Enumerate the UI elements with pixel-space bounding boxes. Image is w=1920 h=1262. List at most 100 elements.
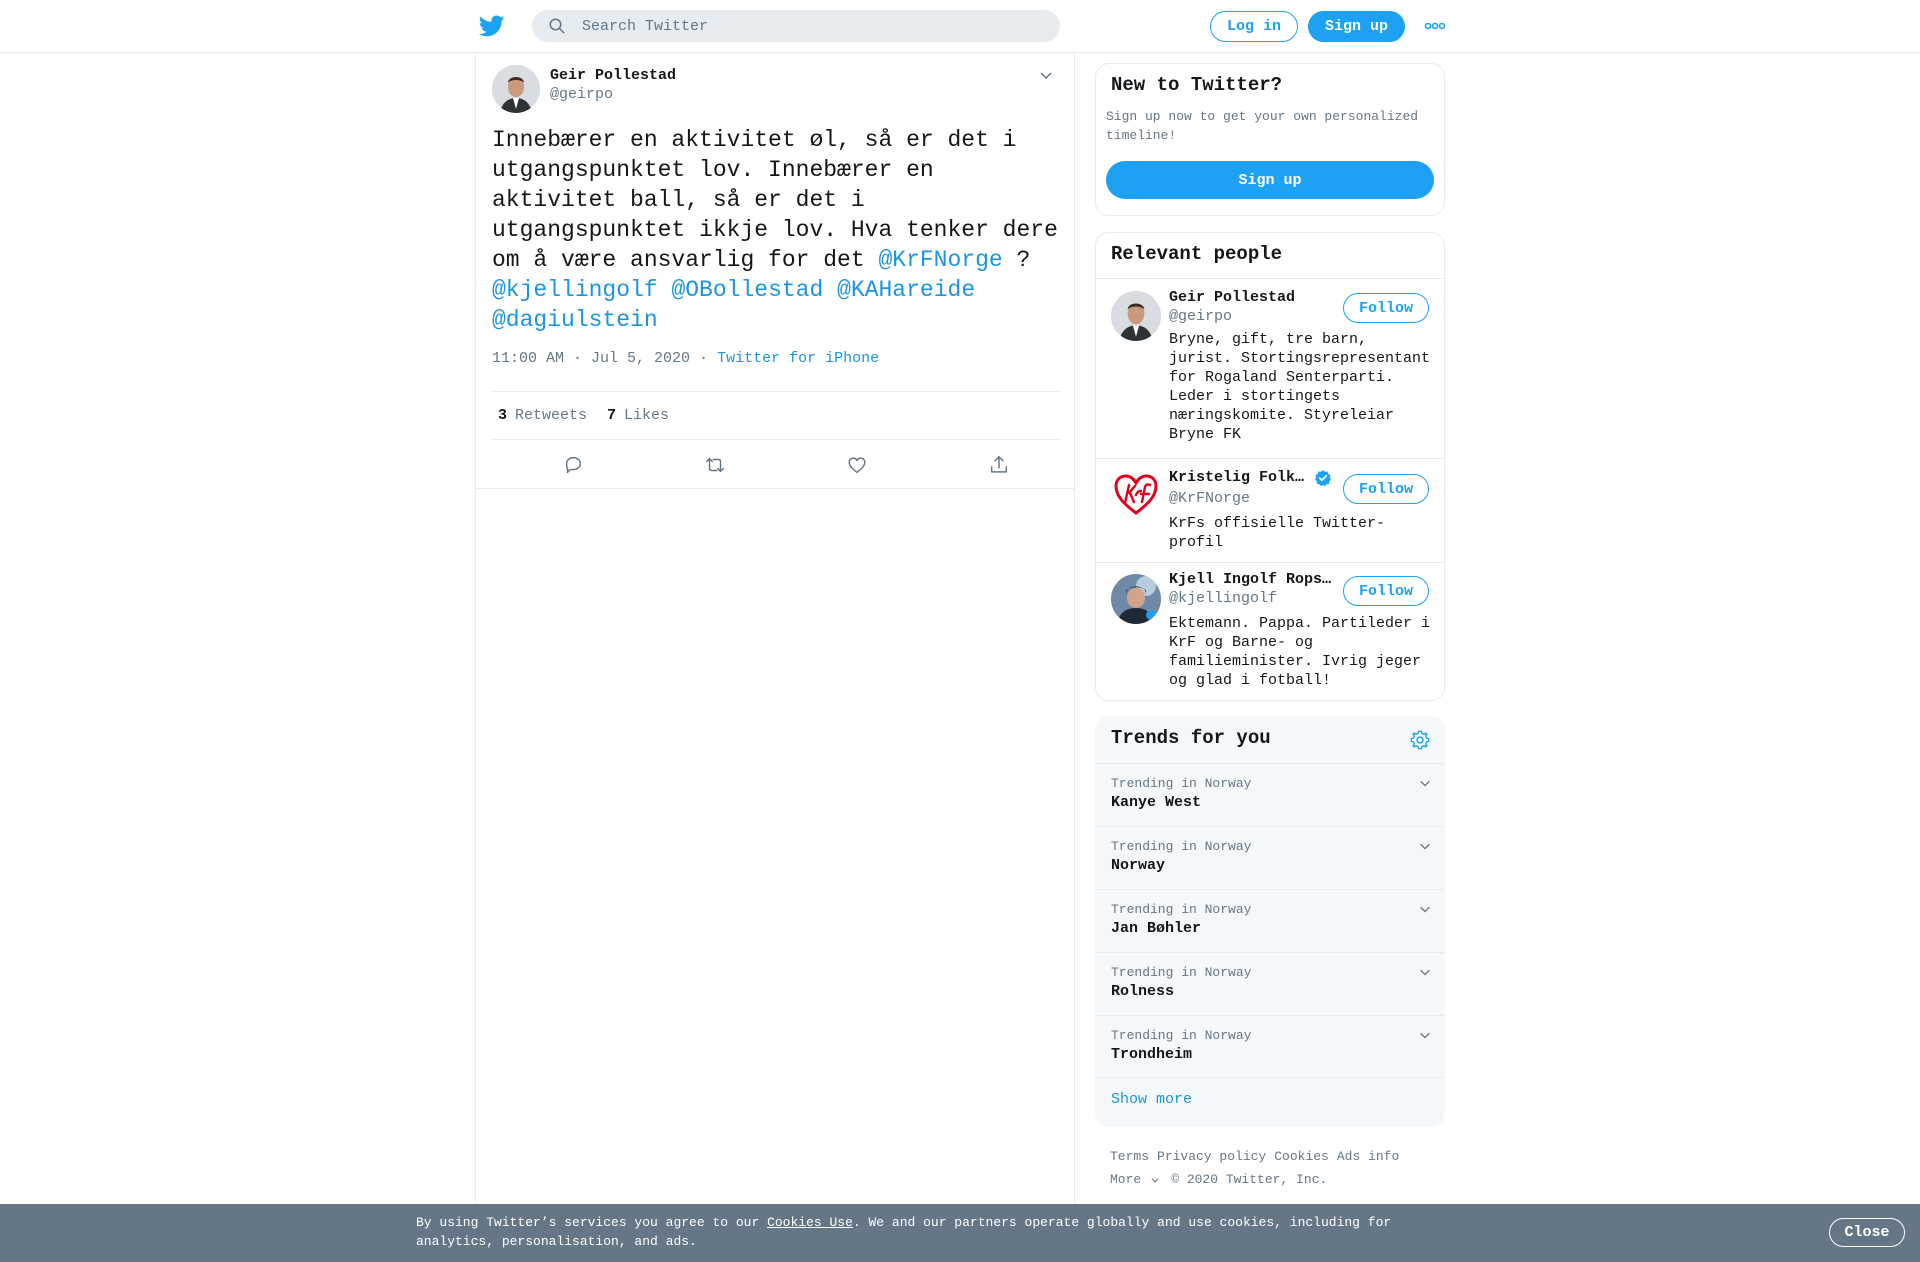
card-title: Trends for you [1111,727,1271,749]
chevron-down-icon[interactable] [1418,965,1432,979]
close-button[interactable]: Close [1829,1218,1905,1247]
person-handle[interactable]: @geirpo [1169,308,1232,325]
trend-context: Trending in Norway [1111,1028,1252,1043]
chevron-down-icon[interactable] [1149,1175,1161,1185]
trend-name[interactable]: Rolness [1111,983,1174,1000]
tweet-column: Geir Pollestad @geirpo Innebærer en akti… [475,53,1075,1262]
avatar[interactable] [1111,469,1161,519]
footer-link-ads[interactable]: Ads info [1337,1149,1399,1164]
follow-button[interactable]: Follow [1343,474,1429,504]
like-icon[interactable] [846,454,868,476]
person-avatar-icon [1111,574,1161,624]
follow-button[interactable]: Follow [1343,576,1429,606]
mention-link[interactable]: @kjellingolf [492,277,658,303]
krf-heart-logo-icon [1111,469,1161,519]
person-bio: Bryne, gift, tre barn, jurist. Stortings… [1169,331,1431,443]
search-bar[interactable] [532,10,1060,42]
avatar[interactable] [1111,291,1161,341]
footer-more-label[interactable]: More [1110,1172,1141,1187]
verified-badge-icon [1315,470,1331,487]
signup-button[interactable]: Sign up [1106,161,1434,199]
mention-link[interactable]: @dagiulstein [492,307,658,333]
trend-item[interactable]: Trending in Norway Kanye West [1096,763,1444,826]
chevron-down-icon[interactable] [1418,776,1432,790]
card-subtitle: Sign up now to get your own personalized… [1106,109,1419,143]
footer-link-cookies[interactable]: Cookies [1274,1149,1329,1164]
trend-item[interactable]: Trending in Norway Norway [1096,826,1444,889]
trend-item[interactable]: Trending in Norway Rolness [1096,952,1444,1015]
chevron-down-icon[interactable] [1418,902,1432,916]
tweet-author-name[interactable]: Geir Pollestad [550,67,676,84]
like-label[interactable]: Likes [624,407,669,424]
chevron-down-icon[interactable] [1038,67,1054,83]
person-item[interactable]: Kristelig Folk… @KrFNorge Follow KrFs of… [1096,459,1444,563]
trend-name[interactable]: Trondheim [1111,1046,1192,1063]
tweet-source[interactable]: Twitter for iPhone [717,350,879,367]
person-item[interactable]: Kjell Ingolf Rops… @kjellingolf Follow E… [1096,563,1444,700]
trend-context: Trending in Norway [1111,965,1252,980]
gear-icon[interactable] [1409,729,1431,751]
person-name[interactable]: Kristelig Folk… [1169,469,1309,486]
person-handle[interactable]: @kjellingolf [1169,590,1277,607]
tweet-text: Innebærer en aktivitet øl, så er det i u… [492,125,1064,335]
mention-link[interactable]: @KrFNorge [878,247,1002,273]
like-count[interactable]: 7 [607,407,616,424]
cookie-text-before: By using Twitter’s services you agree to… [416,1215,768,1230]
footer-more[interactable]: More [1110,1172,1161,1187]
tweet-text-body: ? [1002,247,1031,273]
person-avatar-icon [492,65,540,113]
person-avatar-icon [1111,291,1161,341]
share-icon[interactable] [988,454,1010,476]
person-handle[interactable]: @KrFNorge [1169,490,1250,507]
copyright: © 2020 Twitter, Inc. [1171,1172,1328,1187]
cookie-text: By using Twitter’s services you agree to… [416,1213,1416,1251]
search-input[interactable] [582,17,1022,35]
trend-context: Trending in Norway [1111,839,1252,854]
login-button[interactable]: Log in [1210,11,1298,42]
cookie-banner: By using Twitter’s services you agree to… [0,1204,1920,1262]
trend-name[interactable]: Norway [1111,857,1165,874]
separator: · [699,350,709,367]
avatar[interactable] [1111,574,1161,624]
tweet-stats: 3 Retweets 7 Likes [492,391,1060,440]
tweet-meta: 11:00 AM · Jul 5, 2020 · Twitter for iPh… [492,350,879,367]
show-more-link[interactable]: Show more [1111,1091,1192,1108]
tweet-author-handle[interactable]: @geirpo [550,86,613,103]
reply-icon[interactable] [562,454,584,476]
footer-links: Terms Privacy policy Cookies Ads info More ©… [1110,1145,1440,1191]
new-to-twitter-card: New to Twitter? Sign up now to get your … [1095,63,1445,216]
retweet-count[interactable]: 3 [498,407,507,424]
person-name[interactable]: Geir Pollestad [1169,289,1334,306]
trend-context: Trending in Norway [1111,776,1252,791]
mention-link[interactable]: @OBollestad [671,277,823,303]
more-dots-icon[interactable] [1424,20,1446,32]
retweet-label[interactable]: Retweets [515,407,587,424]
signup-button[interactable]: Sign up [1308,11,1405,42]
trend-name[interactable]: Kanye West [1111,794,1201,811]
follow-button[interactable]: Follow [1343,293,1429,323]
avatar[interactable] [492,65,540,113]
top-bar: Log in Sign up [0,0,1920,53]
card-title: Relevant people [1111,243,1283,265]
trend-context: Trending in Norway [1111,902,1252,917]
mention-link[interactable]: @KAHareide [837,277,975,303]
relevant-people-card: Relevant people Geir Pollestad @geirpo F… [1095,232,1445,701]
person-item[interactable]: Geir Pollestad @geirpo Follow Bryne, gif… [1096,279,1444,459]
retweet-icon[interactable] [704,454,726,476]
trend-item[interactable]: Trending in Norway Jan Bøhler [1096,889,1444,952]
tweet-actions [476,440,1074,489]
trend-item[interactable]: Trending in Norway Trondheim [1096,1015,1444,1078]
cookies-use-link[interactable]: Cookies Use [767,1215,853,1230]
chevron-down-icon[interactable] [1418,839,1432,853]
footer-link-terms[interactable]: Terms [1110,1149,1149,1164]
card-title: New to Twitter? [1111,74,1283,96]
tweet-timestamp[interactable]: 11:00 AM · Jul 5, 2020 [492,350,690,367]
person-bio: Ektemann. Pappa. Partileder i KrF og Bar… [1169,615,1431,689]
twitter-bird-icon[interactable] [478,13,506,39]
trends-card: Trends for you Trending in Norway Kanye … [1095,716,1445,1127]
person-name[interactable]: Kjell Ingolf Rops… [1169,571,1334,588]
chevron-down-icon[interactable] [1418,1028,1432,1042]
footer-link-privacy[interactable]: Privacy policy [1157,1149,1266,1164]
person-bio: KrFs offisielle Twitter-profil [1169,515,1386,551]
trend-name[interactable]: Jan Bøhler [1111,920,1201,937]
